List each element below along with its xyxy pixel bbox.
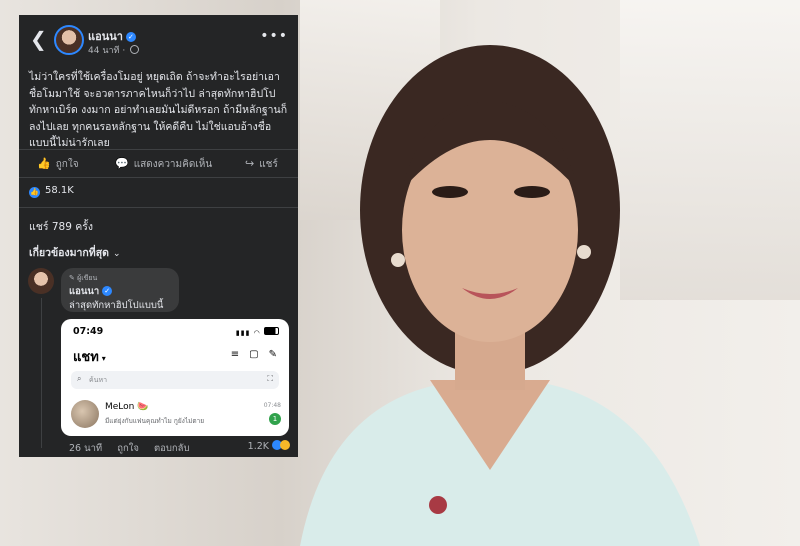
likes-count: 58.1K [45, 185, 74, 196]
author-name-text[interactable]: แอนนา [88, 30, 123, 43]
more-icon[interactable]: ••• [260, 28, 288, 44]
author-badge: ✎ ผู้เขียน [69, 274, 98, 282]
comment-sort-label: เกี่ยวข้องมากที่สุด [29, 247, 109, 259]
comment-sort-dropdown[interactable]: เกี่ยวข้องมากที่สุด ⌄ [29, 244, 120, 261]
post-meta: 44 นาที · [88, 43, 140, 57]
like-button[interactable]: 👍 ถูกใจ [37, 157, 79, 172]
unread-badge: 1 [269, 413, 281, 425]
share-button[interactable]: ↪ แชร์ [245, 157, 278, 172]
scan-icon: ⛶ [267, 374, 273, 383]
chat-time: 07:48 [263, 402, 281, 409]
chat-title: แชท ▾ [73, 346, 106, 367]
chat-list-item: MeLon 🍉 มีแต่ยุ่งกับแฟนคุณทำไม กูยังไม่ต… [71, 400, 281, 430]
attached-screenshot[interactable]: 07:49 ▮▮▮ ◠ แชท ▾ ≡ ▢ ✎ ⌕ ค้นหา ⛶ MeLon 🍉 ม… [61, 319, 289, 436]
comment-reply-button[interactable]: ตอบกลับ [154, 443, 190, 454]
divider [19, 177, 298, 178]
chat-icon: ▢ [249, 349, 259, 360]
phone-status-icons: ▮▮▮ ◠ [236, 327, 279, 337]
watermelon-icon: 🍉 [137, 402, 149, 412]
chevron-down-icon: ⌄ [112, 249, 121, 259]
filter-icon: ≡ [230, 349, 240, 360]
like-reaction-icon: 👍 [29, 187, 40, 198]
new-chat-icon: ✎ [268, 349, 277, 360]
thread-line [41, 298, 42, 448]
chat-avatar [71, 400, 99, 428]
comment-author-text[interactable]: แอนนา [69, 286, 99, 297]
share-icon: ↪ [245, 157, 255, 170]
back-icon[interactable]: ❮ [30, 27, 47, 51]
chat-name-text: MeLon [105, 402, 135, 412]
comment-like-button[interactable]: ถูกใจ [117, 443, 139, 454]
comment-avatar[interactable] [28, 268, 54, 294]
search-placeholder: ค้นหา [89, 376, 108, 384]
chat-title-text: แชท [73, 350, 99, 365]
comment-label: แสดงความคิดเห็น [133, 159, 213, 170]
facebook-post-panel: ❮ แอนนา ✓ 44 นาที · ••• ไม่ว่าใครที่ใช้เค… [19, 15, 298, 457]
chat-name: MeLon 🍉 [105, 402, 148, 412]
post-header: ❮ แอนนา ✓ 44 นาที · ••• [19, 15, 298, 63]
chat-search: ⌕ ค้นหา ⛶ [71, 371, 279, 389]
avatar[interactable] [54, 25, 84, 55]
comment-icon: 💬 [115, 157, 129, 170]
post-time[interactable]: 44 นาที [88, 46, 119, 56]
divider [19, 149, 298, 150]
comment-author[interactable]: แอนนา ✓ [69, 284, 113, 299]
search-icon: ⌕ [77, 374, 82, 383]
divider [19, 207, 298, 208]
verified-icon: ✓ [102, 286, 113, 296]
shares-count[interactable]: แชร์ 789 ครั้ง [29, 218, 93, 235]
comment-bubble: ✎ ผู้เขียน แอนนา ✓ ล่าสุดทักหาฮิปโปแบบนี้ [61, 268, 179, 312]
post-text: ไม่ว่าใครที่ใช้เครื่องโมอยู่ หยุดเถิด ถ้… [29, 71, 288, 149]
author-badge-label: ผู้เขียน [77, 274, 98, 282]
chat-message: มีแต่ยุ่งกับแฟนคุณทำไม กูยังไม่ตาย [105, 417, 205, 425]
thumbs-up-icon: 👍 [37, 157, 51, 170]
share-label: แชร์ [259, 159, 278, 170]
like-label: ถูกใจ [55, 159, 79, 170]
verified-icon: ✓ [125, 32, 136, 42]
comment-button[interactable]: 💬 แสดงความคิดเห็น [115, 157, 212, 172]
reaction-count[interactable]: 👍 58.1K [29, 185, 74, 198]
post-actions: 👍 ถูกใจ 💬 แสดงความคิดเห็น ↪ แชร์ [19, 151, 298, 177]
comment-reactions-count: 1.2K [247, 441, 269, 452]
wow-reaction-icon [280, 440, 290, 450]
chat-header-icons: ≡ ▢ ✎ [221, 349, 277, 360]
globe-icon [130, 45, 140, 54]
comment-text: ล่าสุดทักหาฮิปโปแบบนี้ [69, 300, 164, 311]
chevron-down-icon: ▾ [101, 354, 106, 363]
comment-time[interactable]: 26 นาที [69, 443, 102, 454]
comment-reactions[interactable]: 1.2K [248, 440, 290, 452]
battery-icon [264, 327, 279, 335]
phone-time: 07:49 [73, 326, 104, 337]
